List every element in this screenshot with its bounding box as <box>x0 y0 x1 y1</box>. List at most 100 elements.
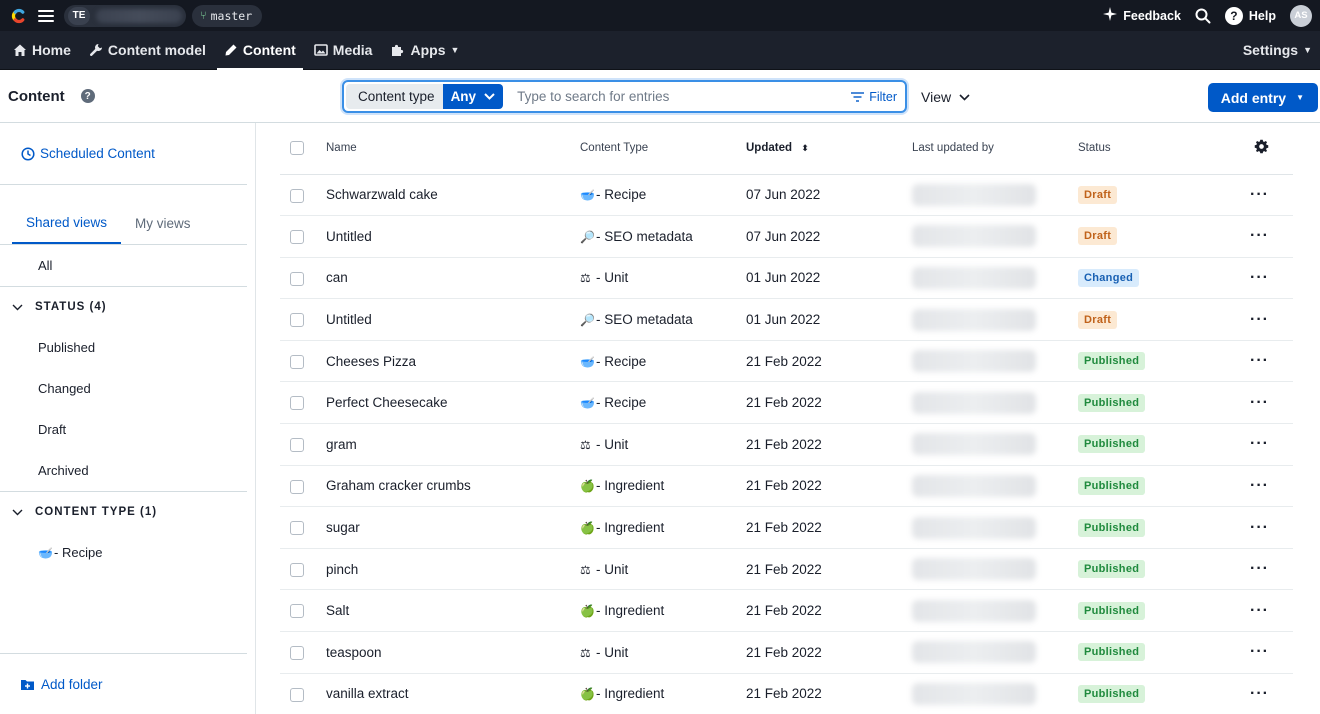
row-checkbox[interactable] <box>290 313 304 328</box>
add-folder-button[interactable]: Add folder <box>0 653 247 714</box>
row-checkbox[interactable] <box>290 354 304 369</box>
view-changed[interactable]: Changed <box>0 368 247 409</box>
entry-name[interactable]: pinch <box>326 548 580 591</box>
column-updated[interactable]: Updated ⬍ <box>746 123 912 175</box>
table-row[interactable]: Schwarzwald cake 🥣- Recipe 07 Jun 2022 Draf… <box>280 174 1293 217</box>
more-actions-icon[interactable]: ··· <box>1250 352 1269 369</box>
entry-content-type: 🥣- Recipe <box>580 340 746 383</box>
more-actions-icon[interactable]: ··· <box>1250 519 1269 536</box>
more-actions-icon[interactable]: ··· <box>1250 435 1269 452</box>
entry-name[interactable]: Salt <box>326 589 580 633</box>
space-switcher[interactable]: TE <box>64 4 186 27</box>
more-actions-icon[interactable]: ··· <box>1250 602 1269 619</box>
entry-name[interactable]: sugar <box>326 506 580 549</box>
filter-label: Filter <box>869 89 897 104</box>
entry-name[interactable]: can <box>326 257 580 300</box>
row-checkbox[interactable] <box>290 562 304 577</box>
avatar[interactable]: AS <box>1290 4 1312 27</box>
view-draft[interactable]: Draft <box>0 409 247 450</box>
content-type-filter[interactable]: Content type Any <box>346 84 504 109</box>
row-checkbox[interactable] <box>290 230 304 245</box>
nav-media[interactable]: Media <box>305 31 382 70</box>
table-row[interactable]: vanilla extract 🍏- Ingredient 21 Feb 2022 P… <box>280 673 1293 714</box>
content-type-folder-label: CONTENT TYPE (1) <box>35 506 158 518</box>
row-checkbox[interactable] <box>290 438 304 453</box>
entry-name[interactable]: Graham cracker crumbs <box>326 465 580 508</box>
view-published[interactable]: Published <box>0 327 247 368</box>
nav-content[interactable]: Content <box>215 31 305 71</box>
row-checkbox[interactable] <box>290 687 304 702</box>
entry-name[interactable]: vanilla extract <box>326 673 580 714</box>
table-row[interactable]: Perfect Cheesecake 🥣- Recipe 21 Feb 2022 Pu… <box>280 381 1293 425</box>
entry-content-type: 🥣- Recipe <box>580 174 746 217</box>
table-row[interactable]: can ⚖ - Unit 01 Jun 2022 Changed ··· <box>280 257 1293 300</box>
entry-name[interactable]: Untitled <box>326 298 580 341</box>
row-checkbox[interactable] <box>290 271 304 286</box>
help-icon[interactable]: ? <box>80 89 95 103</box>
row-checkbox[interactable] <box>290 188 304 203</box>
entry-updated: 21 Feb 2022 <box>746 673 912 714</box>
row-checkbox[interactable] <box>290 521 304 536</box>
content-type-select[interactable]: Any <box>442 84 504 109</box>
nav-apps[interactable]: Apps ▼ <box>381 31 468 70</box>
view-archived[interactable]: Archived <box>0 450 247 491</box>
entry-name[interactable]: Perfect Cheesecake <box>326 381 580 425</box>
more-actions-icon[interactable]: ··· <box>1250 643 1269 660</box>
more-actions-icon[interactable]: ··· <box>1250 227 1269 244</box>
entry-name[interactable]: Schwarzwald cake <box>326 174 580 217</box>
table-row[interactable]: gram ⚖ - Unit 21 Feb 2022 Published ··· <box>280 423 1293 466</box>
table-row[interactable]: teaspoon ⚖ - Unit 21 Feb 2022 Published ··· <box>280 631 1293 674</box>
content-type-label: - SEO metadata <box>596 228 693 244</box>
help-button[interactable]: ? Help <box>1224 6 1276 25</box>
table-row[interactable]: Untitled 🔎- SEO metadata 01 Jun 2022 Draft ·… <box>280 298 1293 341</box>
table-row[interactable]: pinch ⚖ - Unit 21 Feb 2022 Published ··· <box>280 548 1293 591</box>
search-icon[interactable] <box>1195 8 1211 24</box>
nav-home[interactable]: Home <box>4 31 80 70</box>
more-actions-icon[interactable]: ··· <box>1250 186 1269 203</box>
more-actions-icon[interactable]: ··· <box>1250 394 1269 411</box>
filter-button[interactable]: Filter <box>851 90 903 104</box>
row-checkbox[interactable] <box>290 604 304 619</box>
content-type-folder[interactable]: CONTENT TYPE (1) <box>0 491 247 532</box>
entry-updated: 21 Feb 2022 <box>746 423 912 466</box>
view-menu-button[interactable]: View <box>921 89 970 105</box>
menu-icon[interactable] <box>38 9 54 22</box>
entry-last-updated-by <box>912 257 1078 300</box>
clock-icon <box>21 146 35 161</box>
more-actions-icon[interactable]: ··· <box>1250 477 1269 494</box>
table-row[interactable]: sugar 🍏- Ingredient 21 Feb 2022 Published ··… <box>280 506 1293 549</box>
table-row[interactable]: Untitled 🔎- SEO metadata 07 Jun 2022 Draft ·… <box>280 215 1293 258</box>
environment-badge[interactable]: ⑂ master <box>192 4 263 27</box>
entry-name[interactable]: Cheeses Pizza <box>326 340 580 383</box>
row-checkbox[interactable] <box>290 396 304 411</box>
nav-apps-label: Apps <box>410 42 446 58</box>
status-folder[interactable]: STATUS (4) <box>0 286 247 327</box>
view-recipe[interactable]: 🥣 - Recipe <box>0 532 247 573</box>
add-entry-button[interactable]: Add entry ▼ <box>1207 83 1318 112</box>
entry-name[interactable]: teaspoon <box>326 631 580 674</box>
wrench-icon <box>89 44 102 57</box>
view-all[interactable]: All <box>0 245 247 286</box>
table-row[interactable]: Salt 🍏- Ingredient 21 Feb 2022 Published ··· <box>280 589 1293 633</box>
table-row[interactable]: Graham cracker crumbs 🍏- Ingredient 21 Feb… <box>280 465 1293 508</box>
more-actions-icon[interactable]: ··· <box>1250 685 1269 702</box>
tab-my-views[interactable]: My views <box>121 202 205 244</box>
row-checkbox[interactable] <box>290 646 304 661</box>
row-checkbox[interactable] <box>290 479 304 494</box>
search-input[interactable] <box>517 89 852 104</box>
entry-name[interactable]: gram <box>326 423 580 466</box>
select-all-checkbox[interactable] <box>290 141 304 156</box>
more-actions-icon[interactable]: ··· <box>1250 560 1269 577</box>
scheduled-content-link[interactable]: Scheduled Content <box>0 123 247 185</box>
nav-settings[interactable]: Settings ▼ <box>1234 31 1320 70</box>
nav-content-model[interactable]: Content model <box>80 31 215 70</box>
entry-name[interactable]: Untitled <box>326 215 580 258</box>
feedback-button[interactable]: Feedback <box>1103 7 1181 24</box>
tab-shared-views[interactable]: Shared views <box>12 202 122 244</box>
more-actions-icon[interactable]: ··· <box>1250 311 1269 328</box>
entry-status: Published <box>1078 381 1248 425</box>
contentful-logo-icon[interactable] <box>8 5 30 27</box>
table-row[interactable]: Cheeses Pizza 🥣- Recipe 21 Feb 2022 Publish… <box>280 340 1293 383</box>
gear-icon[interactable] <box>1254 139 1269 154</box>
more-actions-icon[interactable]: ··· <box>1250 269 1269 286</box>
